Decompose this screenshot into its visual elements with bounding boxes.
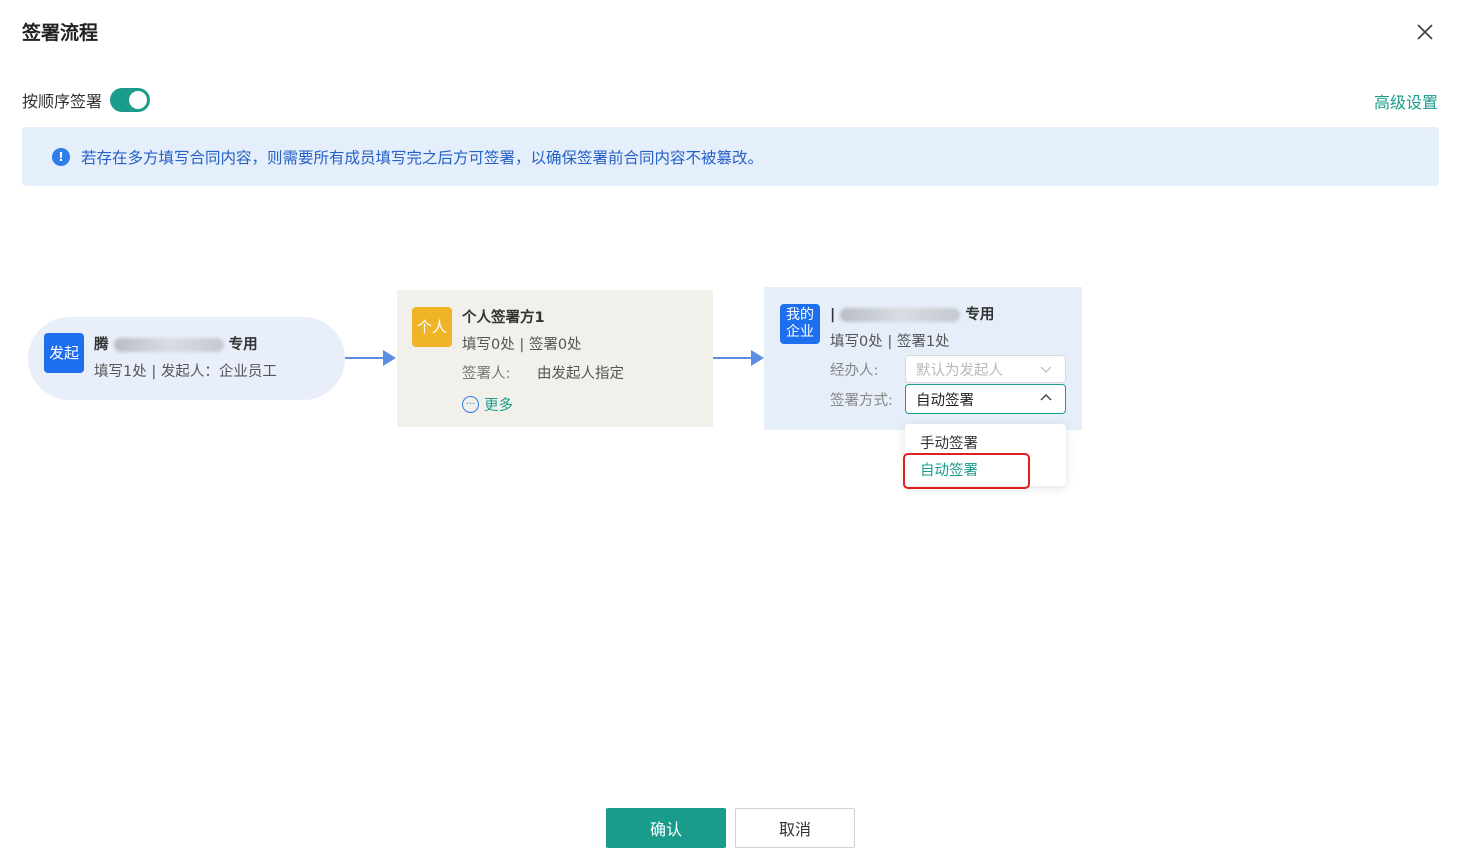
sign-method-label: 签署方式: xyxy=(830,393,893,409)
sequential-sign-row: 按顺序签署 xyxy=(22,88,151,112)
dialog-title: 签署流程 xyxy=(22,22,99,44)
handler-select[interactable]: 默认为发起人 xyxy=(905,355,1066,383)
flow-arrow-icon xyxy=(713,350,764,366)
redacted-blur xyxy=(840,308,961,322)
company-badge-line1: 我的 xyxy=(786,307,814,323)
initiator-subtitle: 填写1处 | 发起人：企业员工 xyxy=(94,364,277,380)
signer-label: 签署人: xyxy=(462,366,511,382)
option-auto-sign[interactable]: 自动签署 xyxy=(920,459,978,480)
advanced-settings-link[interactable]: 高级设置 xyxy=(1374,89,1438,113)
personal-badge: 个人 xyxy=(412,307,452,347)
sequential-sign-label: 按顺序签署 xyxy=(22,92,103,111)
personal-name: 个人签署方1 xyxy=(462,310,545,326)
sign-method-dropdown: 手动签署 自动签署 xyxy=(905,424,1066,486)
notice-text: 若存在多方填写合同内容，则需要所有成员填写完之后方可签署，以确保签署前合同内容不… xyxy=(81,148,764,167)
flow-node-initiator[interactable]: 发起 腾 专用 填写1处 | 发起人：企业员工 xyxy=(28,317,345,400)
close-icon[interactable] xyxy=(1413,20,1437,44)
more-label: 更多 xyxy=(484,398,513,414)
sign-method-value: 自动签署 xyxy=(916,392,974,409)
company-badge-line2: 企业 xyxy=(786,324,814,340)
chevron-up-icon xyxy=(1040,394,1052,401)
company-name-prefix: | xyxy=(830,307,836,323)
option-manual-sign[interactable]: 手动签署 xyxy=(920,432,978,453)
confirm-button[interactable]: 确认 xyxy=(606,808,726,848)
signer-value: 由发起人指定 xyxy=(537,366,624,382)
initiator-name-suffix: 专用 xyxy=(228,337,258,353)
initiator-name: 腾 专用 xyxy=(94,333,258,354)
personal-subtitle: 填写0处 | 签署0处 xyxy=(462,337,582,353)
cancel-button[interactable]: 取消 xyxy=(735,808,855,848)
more-button[interactable]: ··· 更多 xyxy=(462,394,513,415)
sequential-sign-toggle[interactable] xyxy=(110,88,151,112)
initiator-name-prefix: 腾 xyxy=(94,337,109,353)
chevron-down-icon xyxy=(1040,366,1052,373)
company-subtitle: 填写0处 | 签署1处 xyxy=(830,334,950,350)
more-icon: ··· xyxy=(462,396,479,413)
initiator-badge: 发起 xyxy=(44,333,84,373)
company-badge: 我的 企业 xyxy=(780,304,820,344)
notice-banner: ! 若存在多方填写合同内容，则需要所有成员填写完之后方可签署，以确保签署前合同内… xyxy=(22,127,1439,186)
handler-label: 经办人: xyxy=(830,363,879,379)
info-icon: ! xyxy=(52,147,70,166)
redacted-blur xyxy=(113,338,224,352)
company-name: | 专用 xyxy=(830,303,994,324)
company-name-suffix: 专用 xyxy=(965,307,995,323)
flow-node-personal[interactable]: 个人 个人签署方1 填写0处 | 签署0处 签署人: 由发起人指定 ··· 更多 xyxy=(397,290,713,427)
sign-method-select[interactable]: 自动签署 xyxy=(905,384,1066,414)
handler-placeholder: 默认为发起人 xyxy=(916,362,1003,379)
flow-arrow-icon xyxy=(345,350,396,366)
